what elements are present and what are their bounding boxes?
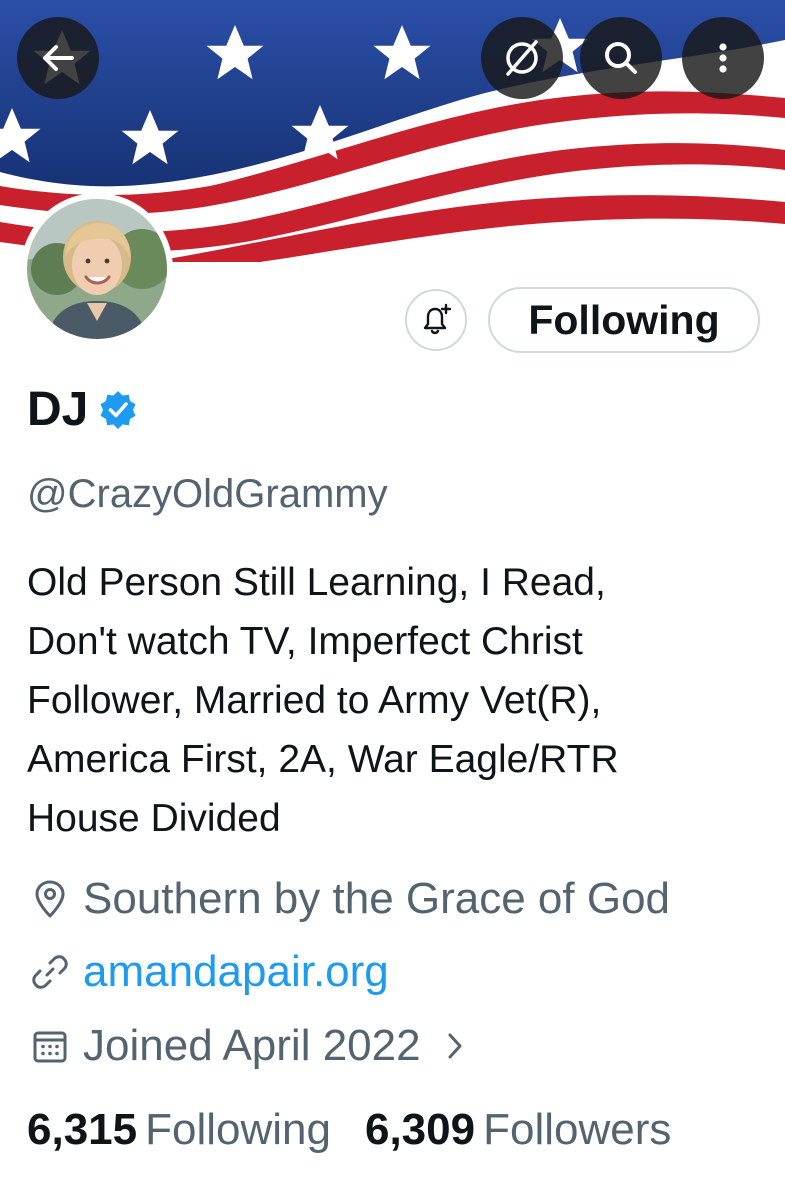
more-vertical-icon (719, 43, 727, 73)
location-pin-icon (27, 876, 73, 922)
profile-handle: @CrazyOldGrammy (27, 472, 388, 516)
following-label: Following (145, 1105, 331, 1154)
following-button[interactable]: Following (488, 287, 760, 353)
back-button[interactable] (17, 17, 99, 99)
avatar-photo (27, 199, 167, 339)
bio-line: Follower, Married to Army Vet(R), (27, 679, 602, 722)
followers-stat[interactable]: 6,309 Followers (365, 1102, 671, 1158)
display-name: DJ (27, 383, 89, 436)
arrow-left-icon (43, 45, 74, 71)
website-row[interactable]: amandapair.org (27, 945, 389, 999)
calendar-icon (27, 1023, 73, 1069)
followers-count: 6,309 (364, 1105, 476, 1154)
verified-badge-icon[interactable] (98, 389, 138, 434)
more-button[interactable] (682, 17, 764, 99)
location-row: Southern by the Grace of God (27, 872, 670, 926)
bell-plus-icon (423, 303, 452, 335)
website-link[interactable]: amandapair.org (83, 945, 389, 999)
following-stat[interactable]: 6,315 Following (27, 1102, 331, 1158)
bio-line: America First, 2A, War Eagle/RTR (27, 738, 619, 781)
follow-stats: 6,315 Following 6,309 Followers (27, 1102, 671, 1158)
chevron-right-icon[interactable] (443, 1030, 467, 1062)
bio-line: Don't watch TV, Imperfect Christ (27, 620, 583, 663)
avatar[interactable] (21, 193, 173, 345)
bio-line: House Divided (27, 797, 281, 840)
profile-bio: Old Person Still Learning, I Read, Don't… (27, 553, 767, 848)
location-text: Southern by the Grace of God (83, 874, 671, 923)
search-button[interactable] (580, 17, 662, 99)
grok-button[interactable] (481, 17, 563, 99)
grok-icon (506, 40, 538, 76)
joined-row[interactable]: Joined April 2022 (27, 1019, 467, 1073)
link-icon (27, 949, 73, 995)
search-icon (605, 42, 637, 74)
joined-text: Joined April 2022 (83, 1021, 421, 1070)
bio-line: Old Person Still Learning, I Read, (27, 561, 606, 604)
followers-label: Followers (483, 1105, 672, 1154)
notifications-button[interactable] (405, 289, 467, 351)
following-count: 6,315 (27, 1105, 138, 1154)
